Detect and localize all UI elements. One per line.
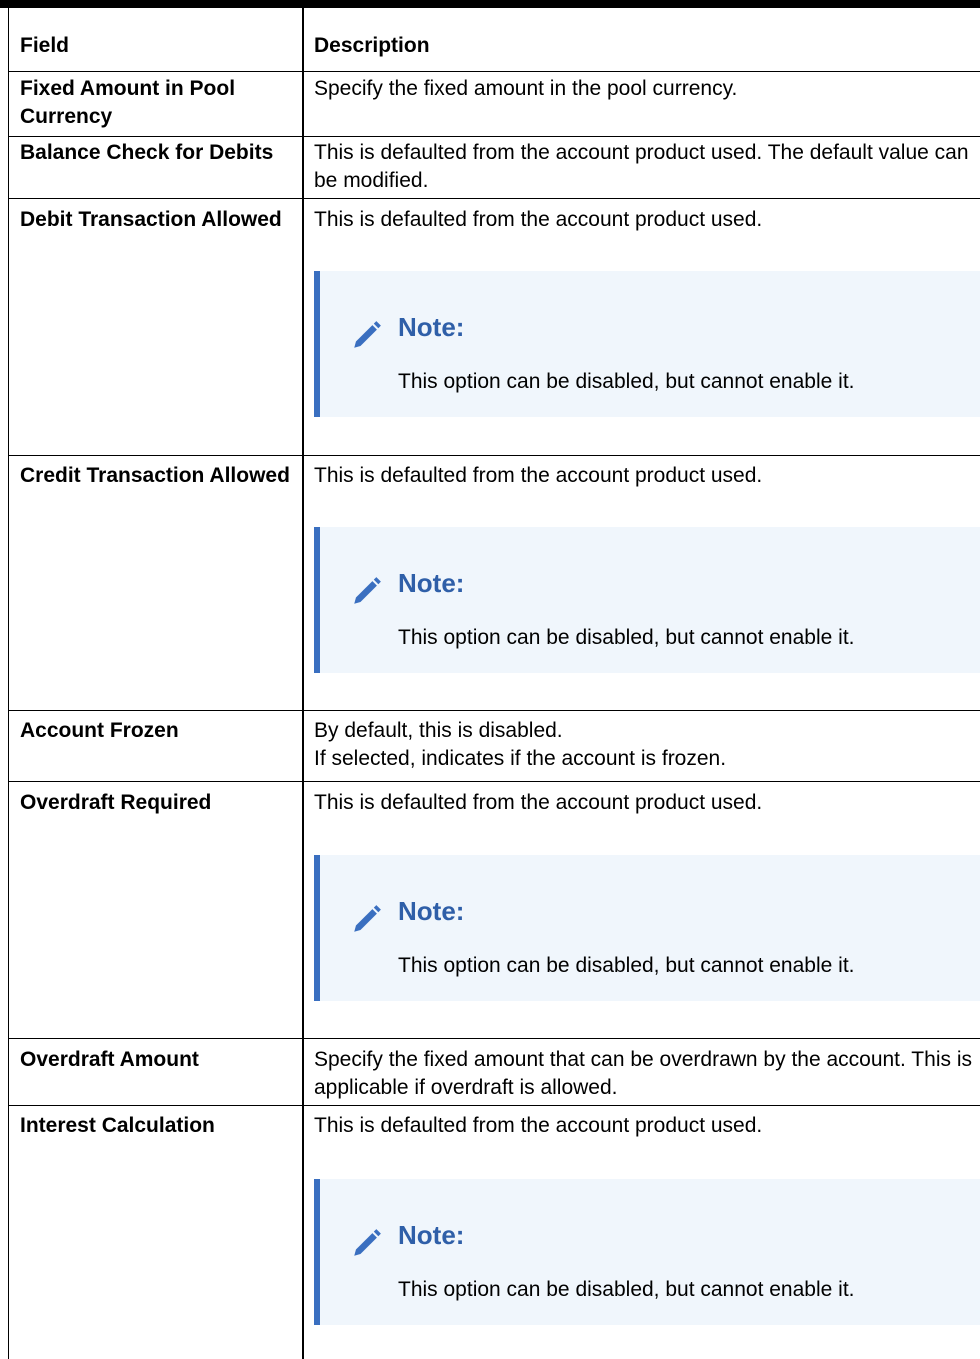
note-text: This option can be disabled, but cannot … (398, 954, 855, 977)
row-description: This is defaulted from the account produ… (314, 464, 763, 487)
row-description: Specify the fixed amount in the pool cur… (314, 77, 738, 100)
header-field: Field (20, 34, 70, 57)
row-divider (8, 710, 980, 711)
row-field: Account Frozen (20, 719, 179, 742)
pencil-icon (354, 321, 381, 348)
field-description-table: Field Description Fixed Amount in Pool C… (0, 0, 980, 1359)
note-box: Note: This option can be disabled, but c… (314, 271, 980, 417)
pencil-icon (354, 1229, 381, 1256)
row-field: Interest Calculation (20, 1114, 215, 1137)
row-divider (8, 71, 980, 72)
row-field: Fixed Amount in Pool Currency (20, 77, 236, 128)
note-text: This option can be disabled, but cannot … (398, 1278, 855, 1301)
row-field: Overdraft Required (20, 791, 212, 814)
row-field: Credit Transaction Allowed (20, 464, 290, 487)
row-divider (8, 455, 980, 456)
row-divider (8, 198, 980, 199)
row-description: This is defaulted from the account produ… (314, 1114, 763, 1137)
pencil-icon (354, 905, 381, 932)
row-divider (8, 136, 980, 137)
note-box: Note: This option can be disabled, but c… (314, 1179, 980, 1325)
note-label: Note: (398, 896, 465, 926)
row-description: This is defaulted from the account produ… (314, 791, 763, 814)
row-description: This is defaulted from the account produ… (314, 208, 763, 231)
row-field: Balance Check for Debits (20, 141, 274, 164)
row-description: This is defaulted from the account produ… (314, 141, 969, 192)
row-field: Overdraft Amount (20, 1048, 199, 1071)
row-divider (8, 1038, 980, 1039)
note-box: Note: This option can be disabled, but c… (314, 855, 980, 1001)
row-description-line2: If selected, indicates if the account is… (314, 747, 727, 770)
row-divider (8, 781, 980, 782)
note-label: Note: (398, 1220, 465, 1250)
column-divider (302, 8, 304, 1359)
row-description-line1: By default, this is disabled. (314, 719, 563, 742)
row-field: Debit Transaction Allowed (20, 208, 282, 231)
note-label: Note: (398, 312, 465, 342)
table-left-border (8, 8, 9, 1359)
note-box: Note: This option can be disabled, but c… (314, 527, 980, 673)
row-description: Specify the fixed amount that can be ove… (314, 1048, 972, 1099)
note-text: This option can be disabled, but cannot … (398, 626, 855, 649)
note-text: This option can be disabled, but cannot … (398, 370, 855, 393)
note-label: Note: (398, 568, 465, 598)
row-divider (8, 1105, 980, 1106)
pencil-icon (354, 577, 381, 604)
header-description: Description (314, 34, 430, 57)
